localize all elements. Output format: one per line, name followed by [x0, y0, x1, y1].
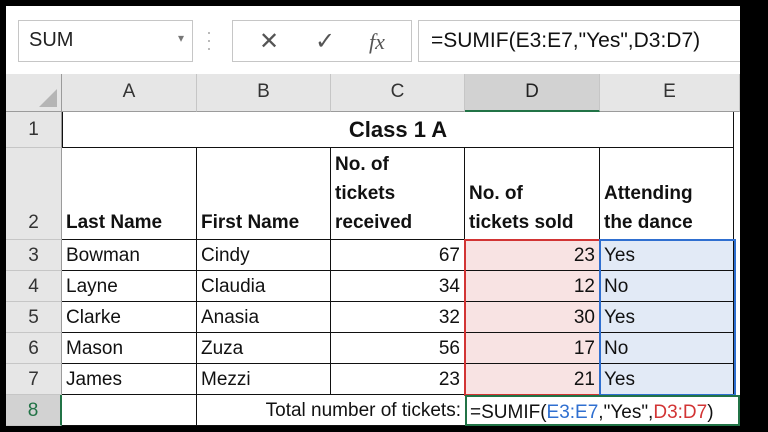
fx-icon[interactable]: fx	[369, 29, 385, 55]
active-cell-d8[interactable]: =SUMIF(E3:E7,"Yes",D3:D7)	[465, 395, 740, 426]
cell-attending[interactable]: Yes	[600, 240, 734, 271]
column-header-d[interactable]: D	[465, 74, 600, 112]
column-header-c[interactable]: C	[331, 74, 465, 112]
sheet-title[interactable]: Class 1 A	[62, 112, 734, 148]
spreadsheet-window: SUM ▾ · · · ✕ ✓ fx =SUMIF(E3:E7,"Yes",D3:D…	[6, 6, 740, 426]
drag-handle-icon[interactable]: · · ·	[206, 23, 212, 57]
formula-bar: SUM ▾ · · · ✕ ✓ fx =SUMIF(E3:E7,"Yes",D3:D…	[6, 6, 740, 74]
cell-last-name[interactable]: Clarke	[62, 302, 197, 333]
row-header-5[interactable]: 5	[6, 302, 62, 333]
header-first-name[interactable]: First Name	[197, 148, 331, 240]
close-icon[interactable]: ✕	[259, 27, 279, 56]
header-tickets-sold[interactable]: No. of tickets sold	[465, 148, 600, 240]
row-header-3[interactable]: 3	[6, 240, 62, 271]
cell-empty-a8[interactable]	[62, 395, 197, 426]
cell-last-name[interactable]: Bowman	[62, 240, 197, 271]
cell-tickets-sold[interactable]: 17	[465, 333, 600, 364]
row-header-7[interactable]: 7	[6, 364, 62, 395]
cell-first-name[interactable]: Cindy	[197, 240, 331, 271]
cell-last-name[interactable]: James	[62, 364, 197, 395]
cell-attending[interactable]: No	[600, 271, 734, 302]
cell-attending[interactable]: Yes	[600, 364, 734, 395]
total-label[interactable]: Total number of tickets:	[197, 395, 465, 426]
cell-tickets-sold[interactable]: 30	[465, 302, 600, 333]
cell-tickets-sold[interactable]: 12	[465, 271, 600, 302]
select-all-corner[interactable]	[6, 74, 62, 112]
row-header-2[interactable]: 2	[6, 148, 62, 240]
name-box[interactable]: SUM ▾	[18, 20, 193, 62]
check-icon[interactable]: ✓	[315, 27, 335, 56]
cell-tickets-received[interactable]: 67	[331, 240, 465, 271]
header-tickets-received-line2: tickets	[335, 183, 396, 204]
edit-formula-range-d: D3:D7	[653, 402, 708, 423]
row-header-4[interactable]: 4	[6, 271, 62, 302]
header-attending-line1: Attending	[604, 183, 693, 204]
column-header-e[interactable]: E	[600, 74, 740, 112]
edit-formula-suffix: )	[707, 402, 714, 423]
column-header-a[interactable]: A	[62, 74, 197, 112]
formula-buttons: ✕ ✓ fx	[232, 20, 412, 62]
cell-tickets-received[interactable]: 23	[331, 364, 465, 395]
edit-formula-prefix: =SUMIF(	[470, 402, 547, 423]
cell-first-name[interactable]: Mezzi	[197, 364, 331, 395]
formula-input[interactable]: =SUMIF(E3:E7,"Yes",D3:D7)	[418, 20, 740, 62]
cell-first-name[interactable]: Anasia	[197, 302, 331, 333]
edit-formula-middle: ,"Yes",	[598, 402, 654, 423]
cell-first-name[interactable]: Zuza	[197, 333, 331, 364]
cell-tickets-received[interactable]: 34	[331, 271, 465, 302]
header-last-name[interactable]: Last Name	[62, 148, 197, 240]
header-attending[interactable]: Attending the dance	[600, 148, 734, 240]
cell-first-name[interactable]: Claudia	[197, 271, 331, 302]
column-header-b[interactable]: B	[197, 74, 331, 112]
edit-formula-range-e: E3:E7	[546, 402, 599, 423]
chevron-down-icon[interactable]: ▾	[178, 31, 184, 45]
cell-attending[interactable]: No	[600, 333, 734, 364]
cell-tickets-sold[interactable]: 21	[465, 364, 600, 395]
formula-text[interactable]: =SUMIF(E3:E7,"Yes",D3:D7)	[431, 29, 700, 53]
header-tickets-sold-line2: tickets sold	[469, 212, 574, 233]
header-tickets-received-line1: No. of	[335, 154, 389, 175]
header-tickets-received-line3: received	[335, 212, 413, 233]
header-tickets-sold-line1: No. of	[469, 183, 523, 204]
cell-tickets-received[interactable]: 56	[331, 333, 465, 364]
cell-last-name[interactable]: Mason	[62, 333, 197, 364]
cell-attending[interactable]: Yes	[600, 302, 734, 333]
row-header-6[interactable]: 6	[6, 333, 62, 364]
row-header-1[interactable]: 1	[6, 112, 62, 148]
header-tickets-received[interactable]: No. of tickets received	[331, 148, 465, 240]
row-header-8[interactable]: 8	[6, 395, 62, 426]
header-attending-line2: the dance	[604, 212, 693, 233]
name-box-value: SUM	[29, 29, 74, 51]
cell-tickets-received[interactable]: 32	[331, 302, 465, 333]
cell-last-name[interactable]: Layne	[62, 271, 197, 302]
cell-tickets-sold[interactable]: 23	[465, 240, 600, 271]
